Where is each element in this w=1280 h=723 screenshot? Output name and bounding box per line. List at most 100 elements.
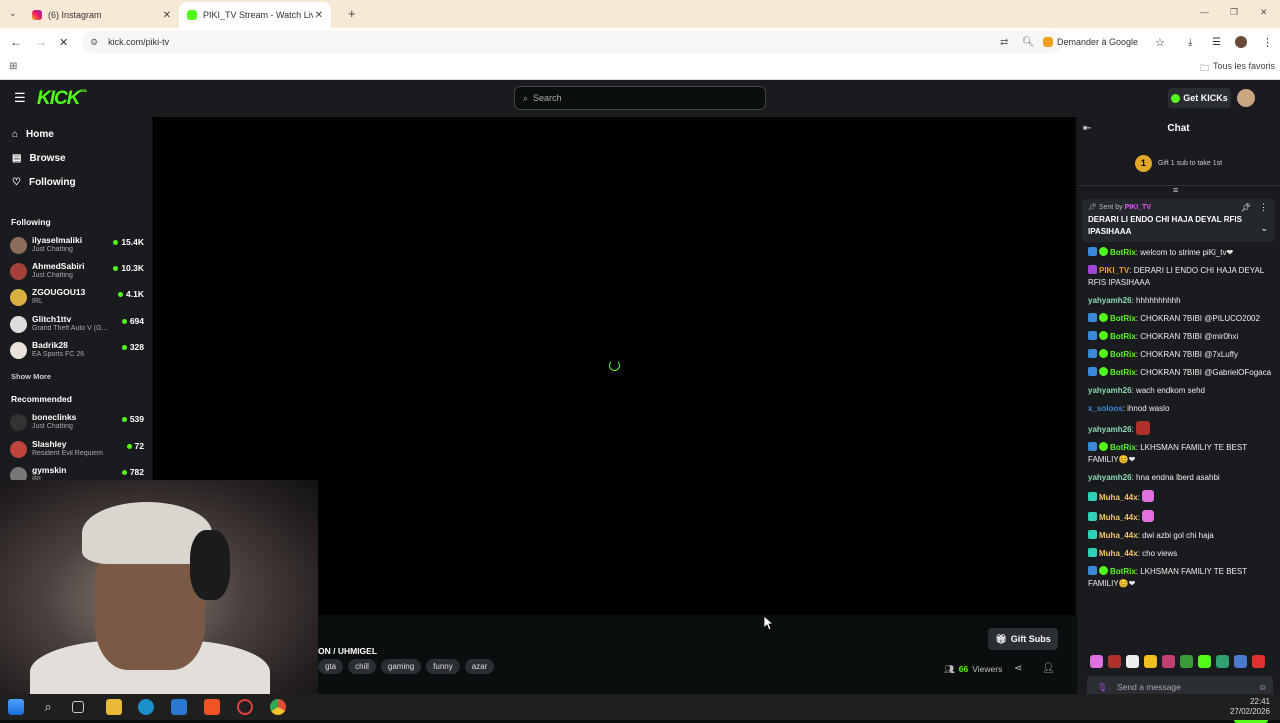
emote-icon[interactable]	[1090, 655, 1103, 668]
emoji-picker-icon[interactable]: ☺	[1258, 682, 1267, 692]
forward-icon[interactable]: →	[35, 35, 47, 49]
search-icon[interactable]: ⌕	[40, 699, 56, 715]
chat-username[interactable]: Muha_44x	[1099, 531, 1138, 540]
tab-list-chevron-icon[interactable]: ⌄	[9, 8, 17, 19]
follow-user-icon[interactable]: 👤︎	[1042, 663, 1055, 674]
following-channel[interactable]: Badrik28 EA Sports FC 26 328	[10, 340, 144, 364]
emote-icon[interactable]	[1108, 655, 1121, 668]
following-channel[interactable]: Glitch1ttv Grand Theft Auto V (G... 694	[10, 314, 144, 338]
chevron-down-icon[interactable]: ⌄	[1260, 223, 1268, 234]
chat-username[interactable]: BotRix	[1110, 332, 1136, 341]
media-app-icon[interactable]	[237, 699, 253, 715]
chat-message[interactable]: Muha_44x:	[1088, 490, 1274, 504]
url-field[interactable]: ⚙ kick.com/piki-tv	[82, 31, 1062, 53]
stop-loading-icon[interactable]: ✕	[59, 36, 68, 49]
chat-message[interactable]: BotRix: welcom to strime piKi_tv❤	[1088, 247, 1274, 259]
tag-chip[interactable]: chill	[348, 659, 376, 674]
close-tab-icon[interactable]: ✕	[163, 10, 171, 21]
emote-icon[interactable]	[1126, 655, 1139, 668]
restore-icon[interactable]: ❐	[1230, 7, 1238, 18]
chat-username[interactable]: Muha_44x	[1099, 549, 1138, 558]
nav-browse[interactable]: ▤ Browse	[12, 153, 66, 164]
emote-icon[interactable]	[1162, 655, 1175, 668]
emote-icon[interactable]	[1252, 655, 1265, 668]
show-more-button[interactable]: Show More	[11, 372, 51, 381]
chat-message[interactable]: Muha_44x: cho views	[1088, 548, 1274, 560]
emote-icon[interactable]	[1198, 655, 1211, 668]
chat-username[interactable]: BotRix	[1110, 368, 1136, 377]
brave-icon[interactable]	[204, 699, 220, 715]
tag-chip[interactable]: funny	[426, 659, 460, 674]
new-tab-icon[interactable]: +	[348, 6, 356, 21]
tab-search-icon[interactable]: ☰	[1212, 37, 1221, 48]
windows-start-icon[interactable]	[8, 699, 24, 715]
ask-google-chip[interactable]: Demander à Google	[1043, 33, 1138, 51]
following-channel[interactable]: AhmedSabiri Just Chatting 10.3K	[10, 261, 144, 285]
close-window-icon[interactable]: ✕	[1260, 7, 1268, 18]
chat-message[interactable]: yahyamh26: hna endna lberd asahbi	[1088, 472, 1274, 484]
chat-message[interactable]: Muha_44x: dwi azbi gol chi haja	[1088, 530, 1274, 542]
nav-following[interactable]: ♡ Following	[12, 177, 76, 188]
chat-username[interactable]: BotRix	[1110, 567, 1136, 576]
chat-username[interactable]: BotRix	[1110, 248, 1136, 257]
user-avatar[interactable]	[1237, 89, 1255, 107]
chat-message[interactable]: BotRix: CHOKRAN 7BIBI @mir0hxi	[1088, 331, 1274, 343]
following-channel[interactable]: ilyaselmaliki Just Chatting 15.4K	[10, 235, 144, 259]
kick-logo[interactable]: KICKBETA	[37, 88, 87, 110]
emote-icon[interactable]	[1234, 655, 1247, 668]
profile-avatar[interactable]	[1235, 36, 1247, 48]
chat-message[interactable]: yahyamh26:	[1088, 421, 1274, 436]
minimize-icon[interactable]: —	[1200, 7, 1209, 17]
gift-leaderboard[interactable]: 1 Gift 1 sub to take 1st	[1077, 141, 1280, 186]
edge-icon[interactable]	[138, 699, 154, 715]
unpin-icon[interactable]: 📌︎	[1241, 203, 1251, 212]
store-app-icon[interactable]	[171, 699, 187, 715]
emote-icon[interactable]	[1180, 655, 1193, 668]
chat-username[interactable]: Muha_44x	[1099, 493, 1138, 502]
search-input[interactable]: ⌕ Search	[514, 86, 766, 110]
tab-instagram[interactable]: (6) Instagram ✕	[24, 2, 179, 28]
chat-username[interactable]: BotRix	[1110, 314, 1136, 323]
site-info-icon[interactable]: ⚙	[90, 37, 98, 48]
nav-home[interactable]: ⌂ Home	[12, 129, 54, 140]
browser-menu-icon[interactable]: ⋮	[1262, 36, 1273, 49]
chat-message[interactable]: x_soloos: ihnod waslo	[1088, 403, 1274, 415]
following-channel[interactable]: ZGOUGOU13 IRL 4.1K	[10, 287, 144, 311]
task-view-icon[interactable]	[72, 701, 84, 713]
system-clock[interactable]: 22:41 27/02/2026	[1230, 697, 1270, 717]
chat-message[interactable]: Muha_44x:	[1088, 510, 1274, 524]
gift-subs-button[interactable]: 🎁︎ Gift Subs	[988, 628, 1058, 650]
share-icon[interactable]: ⋖	[1014, 663, 1022, 674]
recommended-channel[interactable]: Slashley Resident Evil Requiem 72	[10, 439, 144, 463]
chrome-icon[interactable]	[270, 699, 286, 715]
chat-message[interactable]: BotRix: CHOKRAN 7BIBI @7xLuffy	[1088, 349, 1274, 361]
close-tab-icon[interactable]: ✕	[315, 10, 323, 21]
apps-grid-icon[interactable]: ⊞	[9, 61, 17, 72]
translate-icon[interactable]: ⇄	[1000, 37, 1008, 48]
tag-chip[interactable]: azar	[464, 659, 495, 674]
all-bookmarks-folder[interactable]: 🗀︎ Tous les favoris	[1200, 61, 1275, 77]
tag-chip[interactable]: gta	[318, 659, 344, 674]
chat-message[interactable]: BotRix: LKHSMAN FAMILIY TE BEST FAMILIY😊…	[1088, 566, 1274, 590]
chat-message[interactable]: PIKI_TV: DERARI LI ENDO CHI HAJA DEYAL R…	[1088, 265, 1274, 289]
tag-chip[interactable]: gaming	[380, 659, 422, 674]
pinned-menu-icon[interactable]: ⋮	[1259, 202, 1268, 213]
recommended-channel[interactable]: boneclinks Just Chatting 539	[10, 412, 144, 436]
chat-username[interactable]: BotRix	[1110, 350, 1136, 359]
file-explorer-icon[interactable]	[106, 699, 122, 715]
chat-message[interactable]: yahyamh26: wach endkom sehd	[1088, 385, 1274, 397]
chat-message[interactable]: BotRix: LKHSMAN FAMILIY TE BEST FAMILIY😊…	[1088, 442, 1274, 466]
chat-message[interactable]: BotRix: CHOKRAN 7BIBI @PILUCO2002	[1088, 313, 1274, 325]
chat-username[interactable]: PIKI_TV	[1099, 266, 1129, 275]
pinned-message[interactable]: 📌︎ Sent by PIKI_TV DERARI LI ENDO CHI HA…	[1082, 199, 1275, 242]
chat-username[interactable]: yahyamh26	[1088, 296, 1132, 305]
downloads-icon[interactable]: ⤓	[1188, 37, 1192, 48]
zoom-icon[interactable]: 🔍︎	[1022, 37, 1035, 48]
back-icon[interactable]: ←	[10, 35, 22, 49]
chat-message[interactable]: yahyamh26: hhhhhhhhhh	[1088, 295, 1274, 307]
bookmark-star-icon[interactable]: ☆	[1155, 36, 1165, 49]
tab-kick-stream[interactable]: PIKI_TV Stream - Watch Live on ✕	[179, 2, 331, 28]
chat-username[interactable]: yahyamh26	[1088, 386, 1132, 395]
emote-icon[interactable]	[1216, 655, 1229, 668]
chat-username[interactable]: x_soloos	[1088, 404, 1123, 413]
